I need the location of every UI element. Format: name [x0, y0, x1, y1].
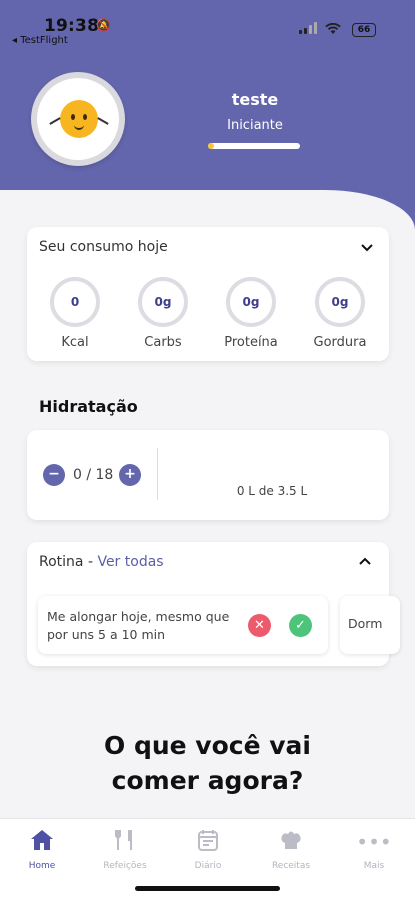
- macro-ring: 0g: [226, 277, 276, 327]
- hydration-card: − 0 / 18 + 0 L de 3.5 L: [27, 430, 389, 520]
- profile-level: Iniciante: [227, 118, 283, 133]
- wifi-icon: [325, 22, 341, 39]
- hydration-title: Hidratação: [39, 397, 138, 416]
- tab-recipes[interactable]: Receitas: [257, 829, 325, 871]
- macro-ring: 0g: [315, 277, 365, 327]
- diary-icon: [174, 829, 242, 855]
- cellular-signal-icon: [299, 22, 317, 34]
- macro-label: Gordura: [313, 335, 367, 350]
- tab-home[interactable]: Home: [8, 829, 76, 871]
- macro-kcal: 0 Kcal: [35, 277, 115, 350]
- water-glass-count: 0 / 18: [73, 467, 114, 483]
- tab-more[interactable]: ••• Mais: [340, 829, 408, 871]
- level-progress-fill: [208, 143, 214, 149]
- back-to-testflight-link[interactable]: ◂ TestFlight: [12, 35, 68, 46]
- increase-water-button[interactable]: +: [119, 464, 141, 486]
- macro-label: Proteína: [224, 335, 278, 350]
- tab-diary[interactable]: Diário: [174, 829, 242, 871]
- macro-label: Kcal: [61, 335, 89, 350]
- avatar[interactable]: [31, 72, 125, 166]
- macro-ring: 0g: [138, 277, 188, 327]
- decrease-water-button[interactable]: −: [43, 464, 65, 486]
- tab-label: Diário: [194, 861, 222, 871]
- routine-task-text: Me alongar hoje, mesmo que por uns 5 a 1…: [47, 609, 230, 642]
- chevron-up-icon[interactable]: [359, 554, 371, 569]
- complete-task-button[interactable]: ✓: [289, 614, 312, 637]
- divider: [157, 448, 158, 500]
- orange-mascot-icon: [49, 100, 109, 138]
- routine-separator: -: [83, 554, 98, 570]
- routine-header: Rotina - Ver todas: [39, 554, 164, 570]
- tab-meals[interactable]: Refeições: [91, 829, 159, 871]
- reject-task-button[interactable]: ✕: [248, 614, 271, 637]
- routine-task[interactable]: Dorm: [340, 596, 400, 654]
- consumption-card: Seu consumo hoje 0 Kcal 0g Carbs 0g Prot…: [27, 227, 389, 361]
- bell-slash-icon: 🔕: [96, 18, 111, 32]
- routine-task: Me alongar hoje, mesmo que por uns 5 a 1…: [38, 596, 328, 654]
- tab-label: Mais: [363, 861, 385, 871]
- status-bar: 19:38 🔕 ◂ TestFlight 66: [0, 0, 415, 50]
- routine-title: Rotina: [39, 554, 84, 570]
- profile-name: teste: [231, 90, 279, 109]
- chef-hat-icon: [257, 829, 325, 855]
- status-time: 19:38: [44, 16, 100, 36]
- macro-carbs: 0g Carbs: [123, 277, 203, 350]
- macro-ring: 0: [50, 277, 100, 327]
- water-liters: 0 L de 3.5 L: [236, 484, 308, 498]
- tab-label: Receitas: [271, 861, 311, 871]
- home-icon: [8, 829, 76, 855]
- macro-protein: 0g Proteína: [211, 277, 291, 350]
- more-icon: •••: [356, 830, 392, 854]
- chevron-down-icon[interactable]: [361, 241, 373, 256]
- routine-card: Rotina - Ver todas Me alongar hoje, mesm…: [27, 542, 400, 666]
- macro-fat: 0g Gordura: [300, 277, 380, 350]
- consumption-title: Seu consumo hoje: [39, 239, 168, 255]
- home-indicator: [135, 886, 280, 891]
- routine-task-text: Dorm: [348, 616, 383, 631]
- view-all-link[interactable]: Ver todas: [97, 554, 163, 570]
- tab-label: Home: [28, 861, 56, 871]
- meal-question: O que você vai comer agora?: [104, 731, 311, 795]
- battery-indicator: 66: [352, 23, 376, 37]
- level-progress-bar: [208, 143, 300, 149]
- macro-label: Carbs: [144, 335, 182, 350]
- tab-label: Refeições: [103, 861, 147, 871]
- cutlery-icon: [91, 829, 159, 855]
